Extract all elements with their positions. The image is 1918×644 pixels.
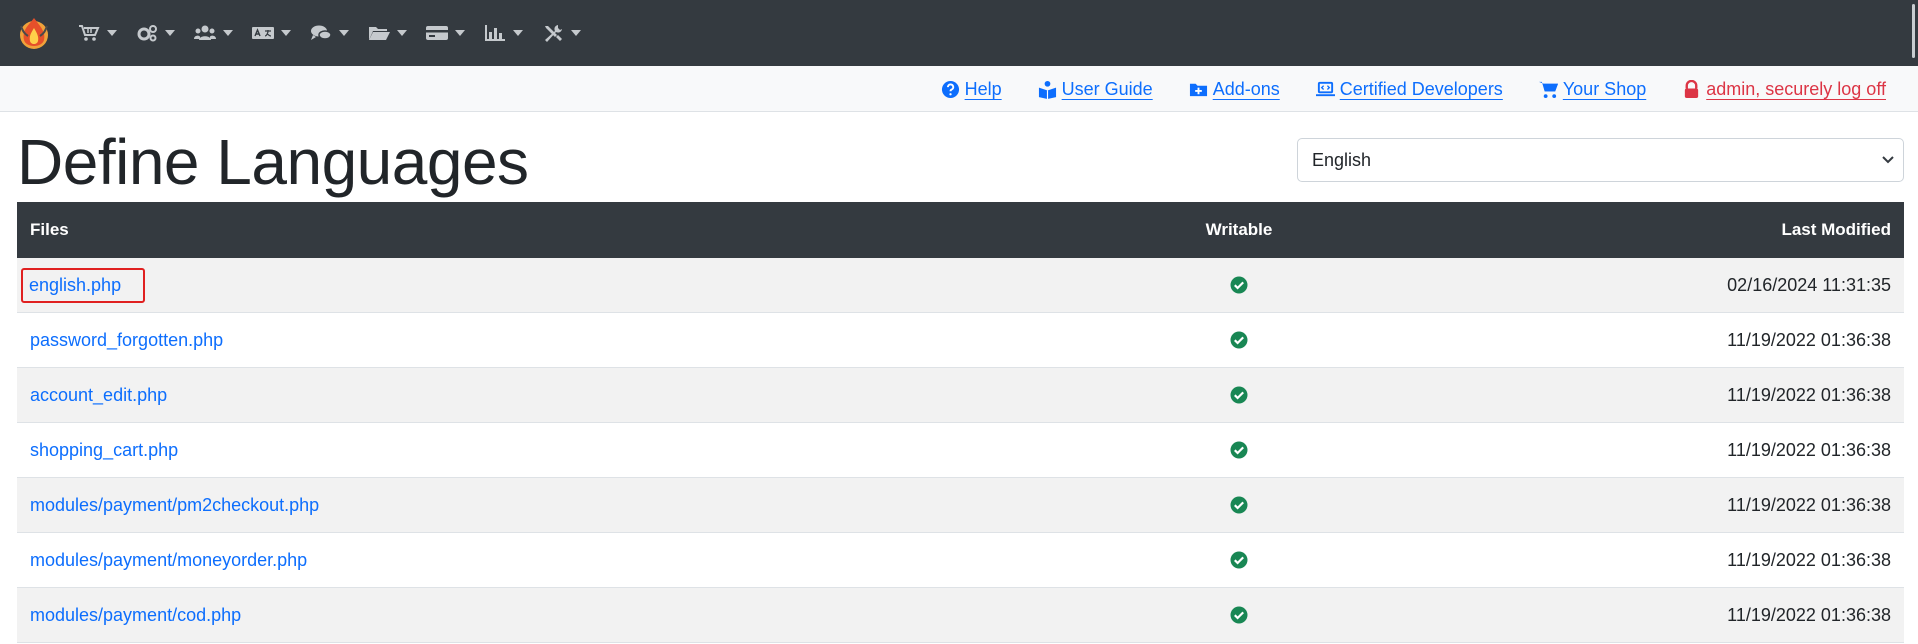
header-files: Files <box>30 220 69 239</box>
table-row: english.php 02/16/2024 11:31:35 <box>17 258 1904 313</box>
folder-icon <box>369 27 390 40</box>
language-icon <box>252 27 274 39</box>
customers-menu[interactable] <box>194 20 233 46</box>
file-link[interactable]: modules/payment/cod.php <box>30 605 241 625</box>
check-circle-icon <box>1230 551 1248 569</box>
caret-down-icon <box>339 30 349 36</box>
modules-menu[interactable] <box>136 20 175 46</box>
your-shop-link[interactable]: Your Shop <box>1538 78 1647 100</box>
reports-menu[interactable] <box>484 20 523 46</box>
top-navbar <box>0 0 1918 66</box>
phoenix-logo-icon[interactable] <box>14 12 54 52</box>
table-row: modules/payment/cod.php 11/19/2022 01:36… <box>17 588 1904 643</box>
last-modified-cell: 11/19/2022 01:36:38 <box>1727 329 1891 350</box>
check-circle-icon <box>1230 386 1248 404</box>
check-circle-icon <box>1230 441 1248 459</box>
caret-down-icon <box>107 30 117 36</box>
last-modified-cell: 11/19/2022 01:36:38 <box>1727 549 1891 570</box>
caret-down-icon <box>397 30 407 36</box>
caret-down-icon <box>455 30 465 36</box>
caret-down-icon <box>513 30 523 36</box>
last-modified-cell: 11/19/2022 01:36:38 <box>1727 604 1891 625</box>
users-icon <box>194 25 216 40</box>
user-guide-label: User Guide <box>1061 78 1153 99</box>
caret-down-icon <box>281 30 291 36</box>
addons-link[interactable]: Add-ons <box>1189 79 1280 100</box>
tools-icon <box>545 25 562 42</box>
user-guide-link[interactable]: User Guide <box>1038 79 1153 100</box>
your-shop-label: Your Shop <box>1562 78 1647 99</box>
header-links: Help User Guide Add-ons Certified Develo… <box>905 66 1886 112</box>
addons-label: Add-ons <box>1212 78 1280 99</box>
tools-menu[interactable] <box>542 20 581 46</box>
file-link-english[interactable]: english.php <box>20 267 146 303</box>
catalog-menu[interactable] <box>78 20 117 46</box>
laptop-code-icon <box>1315 81 1335 96</box>
help-link[interactable]: Help <box>941 79 1002 100</box>
scrollbar-thumb[interactable] <box>1912 4 1915 58</box>
comments-icon <box>311 25 332 40</box>
caret-down-icon <box>223 30 233 36</box>
logoff-label: admin, securely log off <box>1706 78 1886 99</box>
content-menu[interactable] <box>368 20 407 46</box>
certified-developers-label: Certified Developers <box>1339 78 1503 99</box>
lock-icon <box>1685 79 1699 98</box>
certified-developers-link[interactable]: Certified Developers <box>1315 78 1503 100</box>
check-circle-icon <box>1230 276 1248 294</box>
table-row: password_forgotten.php 11/19/2022 01:36:… <box>17 313 1904 368</box>
folder-plus-icon <box>1189 83 1207 96</box>
check-circle-icon <box>1230 606 1248 624</box>
check-circle-icon <box>1230 496 1248 514</box>
file-link[interactable]: password_forgotten.php <box>30 330 223 350</box>
last-modified-cell: 11/19/2022 01:36:38 <box>1727 494 1891 515</box>
page-title: Define Languages <box>17 126 529 198</box>
file-link[interactable]: modules/payment/moneyorder.php <box>30 550 307 570</box>
payment-menu[interactable] <box>426 20 465 46</box>
language-select[interactable]: English <box>1297 138 1904 182</box>
credit-card-icon <box>426 26 448 40</box>
table-header: Files Writable Last Modified <box>17 202 1904 258</box>
header-last-modified: Last Modified <box>1781 220 1891 239</box>
header-writable: Writable <box>1205 220 1273 239</box>
last-modified-cell: 11/19/2022 01:36:38 <box>1727 439 1891 460</box>
file-link[interactable]: account_edit.php <box>30 385 167 405</box>
table-row: shopping_cart.php 11/19/2022 01:36:38 <box>17 423 1904 478</box>
file-link[interactable]: modules/payment/pm2checkout.php <box>30 495 319 515</box>
table-row: modules/payment/pm2checkout.php 11/19/20… <box>17 478 1904 533</box>
table-row: account_edit.php 11/19/2022 01:36:38 <box>17 368 1904 423</box>
chart-icon <box>485 25 505 41</box>
help-label: Help <box>964 78 1002 99</box>
file-link[interactable]: shopping_cart.php <box>30 440 178 460</box>
caret-down-icon <box>571 30 581 36</box>
gears-icon <box>137 25 157 42</box>
table-row: modules/payment/moneyorder.php 11/19/202… <box>17 533 1904 588</box>
marketing-menu[interactable] <box>310 20 349 46</box>
localization-menu[interactable] <box>252 20 291 46</box>
language-files-table: Files Writable Last Modified english.php… <box>17 202 1904 643</box>
admin-menu <box>78 20 600 46</box>
shopping-cart-icon <box>1538 81 1558 98</box>
last-modified-cell: 11/19/2022 01:36:38 <box>1727 384 1891 405</box>
chevron-down-icon <box>1882 156 1894 164</box>
caret-down-icon <box>165 30 175 36</box>
book-reader-icon <box>1038 80 1056 99</box>
question-circle-icon <box>941 80 959 98</box>
logoff-link[interactable]: admin, securely log off <box>1682 79 1886 100</box>
cart-icon <box>79 25 100 41</box>
header-links-bar: Help User Guide Add-ons Certified Develo… <box>0 66 1918 112</box>
language-select-value: English <box>1312 149 1372 170</box>
last-modified-cell: 02/16/2024 11:31:35 <box>1727 274 1891 295</box>
check-circle-icon <box>1230 331 1248 349</box>
